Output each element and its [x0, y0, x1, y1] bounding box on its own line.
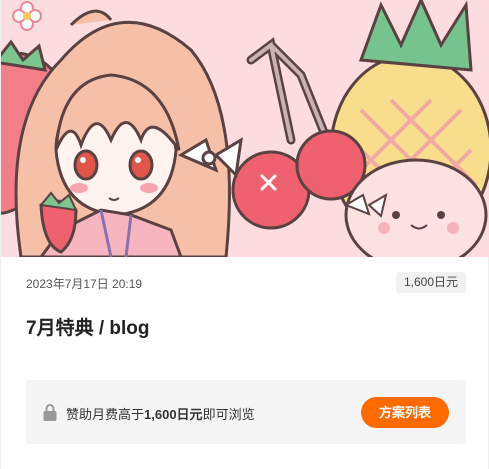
price-badge: 1,600日元 — [395, 272, 466, 293]
lock-message-amount: 1,600日元 — [144, 407, 203, 422]
cover-illustration — [1, 0, 489, 257]
lock-message: 赞助月费高于1,600日元即可浏览 — [66, 404, 255, 423]
post-date: 2023年7月17日 20:19 — [26, 277, 143, 291]
post-meta: 2023年7月17日 20:19 1,600日元 — [26, 272, 466, 294]
locked-content-notice: 赞助月费高于1,600日元即可浏览 方案列表 — [26, 380, 466, 444]
post-card: 2023年7月17日 20:19 1,600日元 7月特典 / blog 赞助月… — [0, 0, 489, 469]
lock-message-suffix: 即可浏览 — [202, 407, 255, 422]
cover-image[interactable] — [1, 0, 489, 257]
lock-icon — [43, 404, 57, 421]
lock-message-prefix: 赞助月费高于 — [66, 407, 145, 422]
plan-list-button[interactable]: 方案列表 — [361, 397, 449, 428]
post-title[interactable]: 7月特典 / blog — [26, 313, 150, 340]
